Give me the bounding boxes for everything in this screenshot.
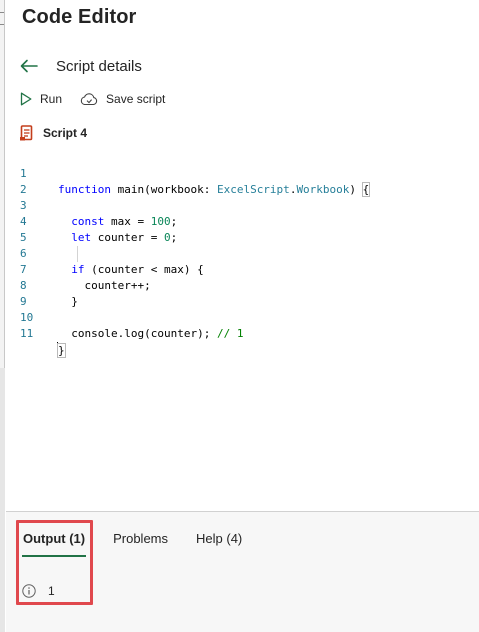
code-line[interactable]: 3 const max = 100;	[6, 182, 177, 228]
code-text: let counter = 0;	[71, 231, 178, 244]
pane-edge-shade	[0, 368, 5, 632]
script-file-icon	[20, 125, 33, 141]
tab-problems[interactable]: Problems	[113, 531, 168, 546]
code-text: }	[57, 342, 66, 358]
code-text: function main(workbook: ExcelScript.Work…	[58, 182, 371, 197]
code-line[interactable]: 1 function main(workbook: ExcelScript.Wo…	[6, 150, 371, 197]
tab-help[interactable]: Help (4)	[196, 531, 242, 546]
cloud-save-icon	[80, 93, 98, 106]
code-line[interactable]: 10 console.log(counter); // 1	[6, 294, 243, 340]
code-editor[interactable]: 1 function main(workbook: ExcelScript.Wo…	[6, 150, 479, 510]
play-icon	[20, 92, 32, 106]
code-line[interactable]: 8 }	[6, 262, 78, 308]
code-text: }	[58, 295, 78, 308]
code-line[interactable]: 2	[6, 166, 33, 196]
save-script-button[interactable]: Save script	[80, 92, 165, 106]
left-pane-edge	[0, 0, 5, 632]
code-line[interactable]: 4 let counter = 0;	[6, 198, 177, 244]
script-details-title: Script details	[56, 57, 142, 75]
run-button[interactable]: Run	[20, 92, 62, 106]
pane-edge-tick	[0, 24, 4, 25]
code-text: counter++;	[58, 279, 151, 292]
line-number: 11	[20, 327, 34, 340]
highlight-annotation	[16, 520, 93, 605]
pane-edge-tick	[0, 12, 4, 13]
code-line[interactable]: 6 if (counter < max) {	[6, 230, 204, 276]
code-text: const max = 100;	[71, 215, 178, 228]
back-nav: Script details	[20, 56, 142, 76]
code-line[interactable]: 5	[6, 214, 33, 244]
code-line[interactable]: 9	[6, 278, 33, 308]
page-title: Code Editor	[22, 6, 137, 28]
code-line[interactable]: 11 }	[6, 310, 66, 358]
code-line[interactable]: 7 counter++;	[6, 246, 151, 292]
arrow-left-icon[interactable]	[20, 59, 38, 73]
toolbar: Run Save script	[20, 92, 165, 106]
run-label: Run	[40, 92, 63, 106]
code-text: console.log(counter); // 1	[58, 327, 244, 340]
code-text: if (counter < max) {	[71, 263, 204, 276]
script-name: Script 4	[43, 126, 88, 140]
script-name-row: Script 4	[20, 125, 87, 141]
save-script-label: Save script	[106, 92, 166, 106]
indent-guide	[77, 246, 78, 262]
